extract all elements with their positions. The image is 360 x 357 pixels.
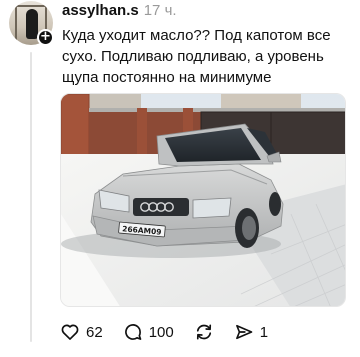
- post-text: Куда уходит масло?? Под капотом все сухо…: [62, 27, 331, 86]
- thread-line: [30, 52, 32, 342]
- username[interactable]: assylhan.s: [62, 2, 139, 19]
- post-header: assylhan.s 17 ч.: [62, 2, 177, 20]
- share-icon: [235, 324, 253, 340]
- comment-count: 100: [148, 323, 174, 341]
- plus-icon[interactable]: +: [37, 29, 54, 46]
- like-count: 62: [86, 323, 103, 341]
- post-image[interactable]: 266AM09: [60, 93, 346, 307]
- share-button[interactable]: 1: [234, 322, 268, 342]
- thread-post: + assylhan.s 17 ч. Куда уходит масло?? По…: [0, 0, 360, 357]
- like-button[interactable]: 62: [60, 322, 103, 342]
- avatar-container[interactable]: +: [9, 1, 54, 46]
- car-photo: 266AM09: [61, 94, 345, 306]
- action-bar: 62 100 1: [60, 320, 288, 344]
- repost-button[interactable]: [194, 322, 214, 342]
- comment-icon: [124, 324, 142, 340]
- post-time[interactable]: 17 ч.: [144, 2, 177, 19]
- repost-icon: [196, 324, 211, 340]
- comment-button[interactable]: 100: [123, 322, 174, 342]
- heart-icon: [61, 324, 79, 340]
- share-count: 1: [259, 323, 269, 341]
- avatar-figure: [26, 9, 38, 39]
